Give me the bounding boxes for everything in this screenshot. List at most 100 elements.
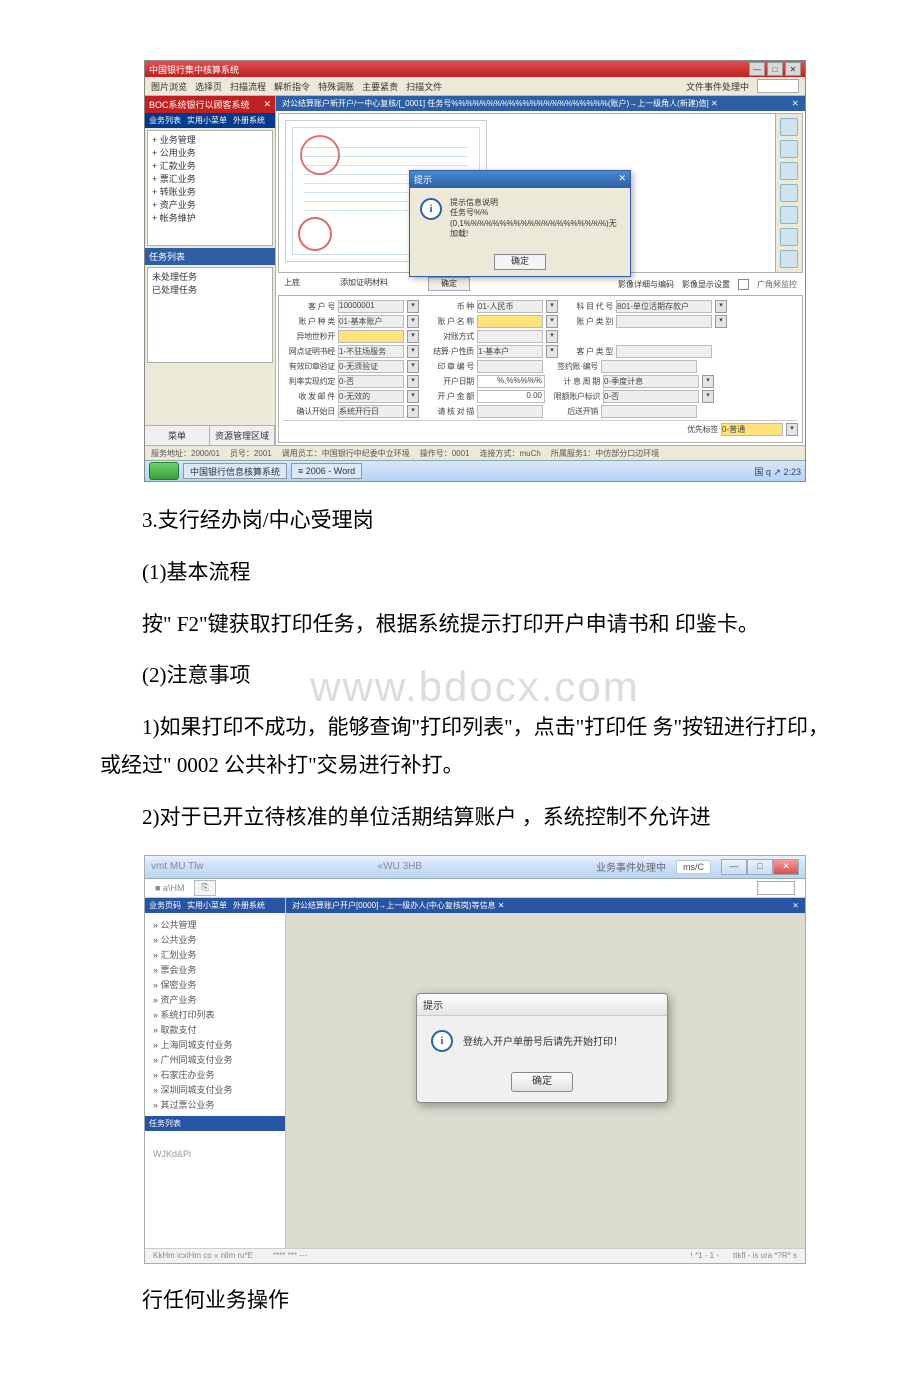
form-field[interactable] (616, 345, 712, 358)
tree-item[interactable]: » 票会业务 (153, 962, 277, 977)
tree-item[interactable]: » 汇划业务 (153, 947, 277, 962)
minimize-button[interactable]: — (749, 62, 765, 76)
form-field[interactable]: 01-人民币 (477, 300, 543, 313)
dropdown-icon[interactable]: ▾ (546, 315, 558, 328)
form-field-required[interactable] (477, 315, 543, 328)
dropdown-icon[interactable]: ▾ (546, 300, 558, 313)
dropdown-icon[interactable]: ▾ (546, 345, 558, 358)
tool-icon[interactable] (780, 228, 798, 246)
sidebar-bottom-btn[interactable]: 资源管理区域 (210, 426, 275, 445)
dropdown-icon[interactable]: ▾ (702, 390, 714, 403)
form-field[interactable] (477, 405, 543, 418)
form-field[interactable]: 0-无须验证 (338, 360, 404, 373)
form-field[interactable] (477, 330, 543, 343)
tree-item[interactable]: » 系统打印列表 (153, 1007, 277, 1022)
form-field[interactable]: 0-季度计息 (603, 375, 699, 388)
tree-item[interactable]: + 票汇业务 (152, 172, 268, 185)
menu-item[interactable]: 解析指令 (274, 80, 310, 93)
content-tab[interactable]: 对公结算账户新开户/一中心复核/[_0001] 任务号%%%%%%%%%%%%%… (282, 98, 718, 109)
dropdown-icon[interactable]: ▾ (715, 315, 727, 328)
menu-item[interactable]: 特殊调账 (318, 80, 354, 93)
maximize-button[interactable]: □ (767, 62, 783, 76)
tree-item[interactable]: » 广州同城支付业务 (153, 1052, 277, 1067)
dropdown-icon[interactable]: ▾ (786, 423, 798, 436)
dropdown-icon[interactable]: ▾ (407, 345, 419, 358)
menu-item[interactable]: 主要紧责 (362, 80, 398, 93)
tree-item[interactable]: » 资产业务 (153, 992, 277, 1007)
close-button[interactable]: ✕ (773, 859, 799, 875)
tree-item[interactable]: + 帐务维护 (152, 211, 268, 224)
tree-item[interactable]: » 公共业务 (153, 932, 277, 947)
form-field[interactable]: 1-基本户 (477, 345, 543, 358)
confirm-button[interactable]: 确定 (428, 277, 470, 291)
task-item[interactable]: 已处理任务 (152, 283, 268, 296)
menu-item[interactable]: 图片浏览 (151, 80, 187, 93)
dropdown-icon[interactable]: ▾ (407, 390, 419, 403)
dropdown-icon[interactable]: ▾ (407, 405, 419, 418)
tree-item[interactable]: » 其过票公业务 (153, 1097, 277, 1112)
tool-icon[interactable] (780, 118, 798, 136)
menu-item[interactable]: 扫描文件 (406, 80, 442, 93)
form-field[interactable] (616, 315, 712, 328)
sidebar-bottom-btn[interactable]: 菜单 (145, 426, 210, 445)
form-field[interactable]: 10000001 (338, 300, 404, 313)
task-item[interactable]: 未处理任务 (152, 270, 268, 283)
tool-icon[interactable] (780, 184, 798, 202)
sidebar-subtab[interactable]: 外册系统 (233, 115, 265, 126)
form-field[interactable]: 系统开行日 (338, 405, 404, 418)
dropdown-icon[interactable]: ▾ (407, 315, 419, 328)
form-field[interactable]: %,%%%%% (477, 375, 545, 388)
tool-icon[interactable] (780, 206, 798, 224)
taskbar-item[interactable]: 中国银行信息核算系统 (183, 463, 287, 479)
sidebar-close-icon[interactable]: ✕ (263, 99, 271, 110)
form-field[interactable]: 1-不驻场服务 (338, 345, 404, 358)
tree-item[interactable]: » 取款支付 (153, 1022, 277, 1037)
tree-item[interactable]: » 石家庄办业务 (153, 1067, 277, 1082)
tree-item[interactable]: » 保密业务 (153, 977, 277, 992)
dropdown-icon[interactable]: ▾ (715, 300, 727, 313)
form-field[interactable]: 0-否 (603, 390, 699, 403)
tool-icon[interactable] (780, 162, 798, 180)
tree-item[interactable]: + 转账业务 (152, 185, 268, 198)
taskbar-item[interactable]: ≡ 2006 - Word (291, 463, 362, 479)
sidebar-head-tab[interactable]: 业务页码 (149, 900, 181, 911)
menu-item[interactable]: 选择页 (195, 80, 222, 93)
form-field[interactable]: 0.00 (477, 390, 545, 403)
tree-item[interactable]: + 公用业务 (152, 146, 268, 159)
form-field[interactable] (477, 360, 543, 373)
sidebar-subtab[interactable]: 业务列表 (149, 115, 181, 126)
sidebar-subtab[interactable]: 实用小菜单 (187, 115, 227, 126)
tree-item[interactable]: » 上海同城支付业务 (153, 1037, 277, 1052)
form-field[interactable]: 01-基本账户 (338, 315, 404, 328)
tab-close-icon[interactable]: ⨯ (791, 98, 799, 109)
sidebar-head-tab[interactable]: 外册系统 (233, 900, 265, 911)
tab-close-icon[interactable]: ⨯ (792, 901, 799, 910)
content-tab[interactable]: 对公结算账户开户[0000]→上一级办人(中心复核岗)等信息 ✕ (292, 900, 505, 911)
sub-tab[interactable]: ⎘ (194, 880, 215, 896)
form-field[interactable]: 801-单位活期存款户 (616, 300, 712, 313)
close-button[interactable]: ✕ (785, 62, 801, 76)
menu-item[interactable]: 扫描流程 (230, 80, 266, 93)
dropdown-icon[interactable]: ▾ (407, 300, 419, 313)
sidebar-head-tab[interactable]: 实用小菜单 (187, 900, 227, 911)
tool-icon[interactable] (780, 250, 798, 268)
minimize-button[interactable]: — (721, 859, 747, 875)
dropdown-icon[interactable]: ▾ (407, 360, 419, 373)
tree-item[interactable]: + 汇款业务 (152, 159, 268, 172)
form-field[interactable] (601, 405, 697, 418)
start-button[interactable] (149, 462, 179, 480)
tree-item[interactable]: » 深圳同城支付业务 (153, 1082, 277, 1097)
maximize-button[interactable]: □ (747, 859, 773, 875)
dropdown-icon[interactable]: ▾ (546, 330, 558, 343)
checkbox[interactable] (738, 279, 749, 290)
priority-field[interactable]: 0-普通 (721, 423, 783, 436)
dropdown-icon[interactable]: ▾ (407, 330, 419, 343)
tool-icon[interactable] (780, 140, 798, 158)
dialog-ok-button[interactable]: 确定 (494, 254, 546, 270)
form-field[interactable]: 0-否 (338, 375, 404, 388)
form-field[interactable] (601, 360, 697, 373)
form-field-required[interactable] (338, 330, 404, 343)
tree-item[interactable]: + 业务管理 (152, 133, 268, 146)
tree-item[interactable]: + 资产业务 (152, 198, 268, 211)
dropdown-icon[interactable]: ▾ (702, 375, 714, 388)
